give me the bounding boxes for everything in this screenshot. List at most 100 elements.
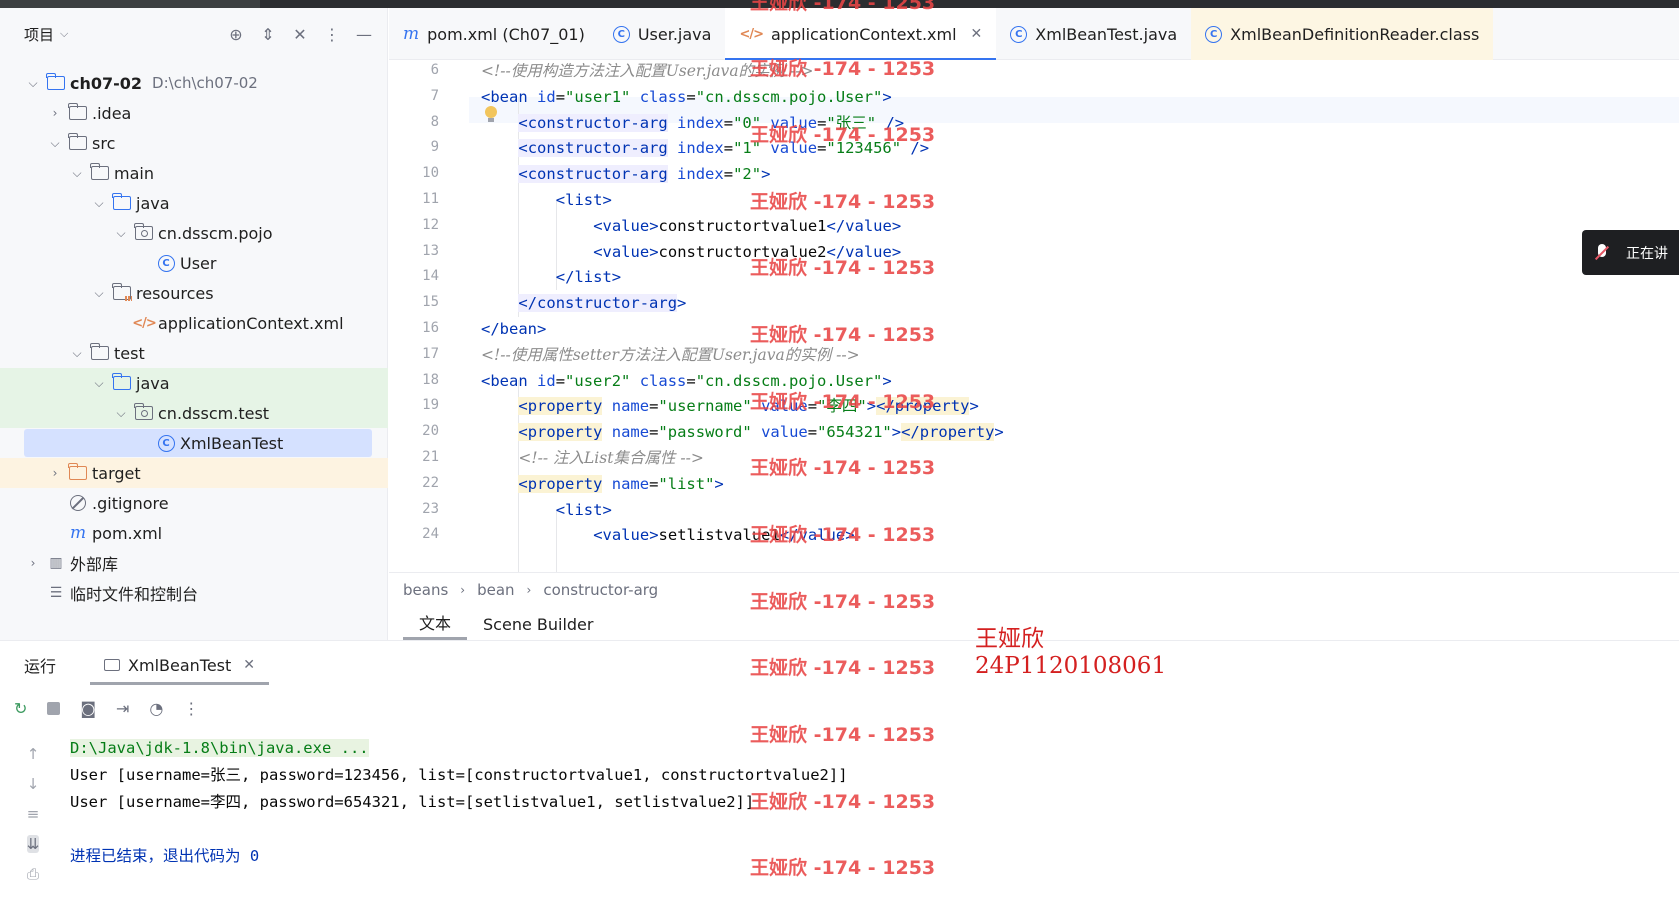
line-number: 7 (430, 87, 439, 104)
code-line: <!-- 注入List集合属性 --> (518, 449, 704, 467)
scroll-down-icon[interactable]: ↓ (27, 775, 40, 793)
close-icon[interactable]: ✕ (243, 657, 255, 673)
tab-xmlbeandefinitionreader-class[interactable]: C XmlBeanDefinitionReader.class (1191, 8, 1494, 60)
tab-applicationcontext-xml[interactable]: </> applicationContext.xml ✕ (725, 8, 997, 61)
line-number: 21 (422, 449, 439, 465)
speaking-indicator[interactable]: 正在讲 (1582, 230, 1679, 275)
locate-file-icon[interactable]: ⊕ (227, 25, 245, 44)
tree-item-label: 临时文件和控制台 (70, 585, 199, 604)
chevron-down-icon[interactable]: ⌵ (92, 196, 106, 211)
chevron-down-icon[interactable]: ⌵ (70, 166, 84, 181)
tree-item[interactable]: ⌵ test (0, 338, 388, 368)
tree-item[interactable]: ⌵ ch07-02 D:\ch\ch07-02 (0, 68, 388, 98)
camera-icon[interactable]: ◙ (80, 699, 96, 718)
close-icon[interactable]: ✕ (971, 26, 983, 42)
code-editor[interactable]: 6 7 8 9 10 11 12 13 14 15 16 17 18 19 20 21 22 23 24 <!--使… (389, 60, 1679, 572)
expand-all-icon[interactable]: ⇕ (259, 25, 277, 44)
tree-item-label: src (92, 133, 116, 153)
run-tab-xmlbeantest[interactable]: XmlBeanTest ✕ (90, 641, 270, 689)
tree-item[interactable]: C XmlBeanTest (0, 428, 388, 458)
line-number: 20 (422, 423, 439, 440)
stop-icon[interactable] (47, 702, 61, 715)
tree-item[interactable]: C User (0, 248, 388, 278)
code-line: <list> (555, 191, 612, 209)
tree-item[interactable]: › ▥ 外部库 (0, 548, 388, 578)
package-icon (134, 223, 154, 241)
muted-mic-icon (1592, 243, 1612, 263)
print-icon[interactable]: ⎙ (27, 865, 39, 883)
code-line: </bean> (481, 320, 547, 338)
name-stamp: 王娅欣 24P1120108061 (975, 626, 1166, 680)
project-panel-title[interactable]: 项目 (24, 24, 54, 45)
soft-wrap-icon[interactable]: ≡ (27, 805, 40, 823)
tree-item-label: java (136, 193, 170, 213)
tree-item-label: .idea (92, 103, 132, 123)
tree-item-label: pom.xml (92, 523, 163, 543)
chevron-down-icon[interactable]: ⌵ (114, 406, 128, 421)
code-line: <property name="list"> (518, 474, 724, 493)
collapse-all-icon[interactable]: ✕ (291, 25, 309, 44)
line-number: 18 (422, 371, 439, 388)
resources-folder-icon (112, 283, 132, 301)
chevron-down-icon[interactable]: ⌵ (48, 136, 62, 151)
tree-item[interactable]: ⌵ main (0, 158, 388, 188)
scroll-up-icon[interactable]: ↑ (27, 745, 40, 763)
tree-item[interactable]: m pom.xml (0, 518, 388, 548)
tree-item[interactable]: .gitignore (0, 488, 388, 518)
tree-item[interactable]: ☰ 临时文件和控制台 (0, 578, 388, 608)
excluded-folder-icon (68, 463, 88, 481)
chevron-down-icon[interactable]: ⌵ (70, 346, 84, 361)
tab-pom-xml-ch07-01[interactable]: m pom.xml (Ch07_01) (389, 8, 599, 60)
chevron-right-icon[interactable]: › (26, 556, 40, 570)
chevron-down-icon[interactable]: ⌵ (92, 376, 106, 391)
breadcrumb: beans › bean › constructor-arg (389, 572, 1679, 606)
line-number: 8 (430, 113, 439, 130)
chevron-down-icon[interactable]: ⌵ (92, 286, 106, 301)
chevron-right-icon[interactable]: › (48, 466, 62, 480)
tree-item[interactable]: ⌵ resources (0, 278, 388, 308)
tree-item[interactable]: ⌵ java (0, 188, 388, 218)
scroll-to-end-icon[interactable]: ⇊ (26, 835, 40, 853)
tree-item-label: main (114, 163, 154, 183)
breadcrumb-item[interactable]: constructor-arg (543, 581, 658, 599)
speedometer-icon[interactable]: ◔ (149, 699, 163, 718)
tree-item-label: applicationContext.xml (158, 313, 344, 333)
tree-item[interactable]: ⌵ cn.dsscm.pojo (0, 218, 388, 248)
tree-item-label: cn.dsscm.test (158, 403, 270, 423)
import-icon[interactable]: ⇥ (116, 699, 129, 718)
chevron-right-icon[interactable]: › (48, 106, 62, 120)
tree-item[interactable]: › .idea (0, 98, 388, 128)
chevron-right-icon: › (526, 582, 532, 597)
tab-label: User.java (637, 24, 712, 44)
breadcrumb-item[interactable]: beans (403, 581, 448, 599)
maven-icon: m (69, 523, 87, 543)
tree-item[interactable]: ⌵ cn.dsscm.test (0, 398, 388, 428)
code-line: </list> (555, 268, 622, 287)
tab-scene-builder[interactable]: Scene Builder (467, 615, 609, 640)
breadcrumb-item[interactable]: bean (477, 581, 514, 599)
hide-panel-icon[interactable]: — (355, 25, 373, 44)
chevron-down-icon[interactable]: ⌵ (60, 27, 68, 41)
code-line: <value>constructortvalue2</value> (593, 242, 902, 261)
code-line: <value>setlistvalue1</value> (593, 526, 855, 545)
line-number: 23 (422, 500, 439, 517)
chevron-down-icon[interactable]: ⌵ (114, 226, 128, 241)
tree-item[interactable]: ⌵ java (0, 368, 388, 398)
tab-xmlbeantest-java[interactable]: C XmlBeanTest.java (996, 8, 1191, 60)
chevron-down-icon[interactable]: ⌵ (26, 76, 40, 91)
tree-item[interactable]: </> applicationContext.xml (0, 308, 388, 338)
folder-icon (68, 133, 88, 151)
more-options-icon[interactable]: ⋮ (183, 699, 199, 718)
console-command-text[interactable]: D:\Java\jdk-1.8\bin\java.exe ... (70, 739, 369, 757)
tree-item[interactable]: › target (0, 458, 388, 488)
tree-item-label: ch07-02 (70, 73, 143, 93)
tab-text[interactable]: 文本 (403, 610, 468, 640)
code-line: <constructor-arg index="0" value="张三" /> (518, 113, 905, 132)
tree-item-label: .gitignore (92, 493, 169, 513)
tab-user-java[interactable]: C User.java (599, 8, 726, 60)
gitignore-icon (68, 495, 88, 511)
console-output[interactable]: D:\Java\jdk-1.8\bin\java.exe ... User [us… (70, 735, 848, 870)
tree-item[interactable]: ⌵ src (0, 128, 388, 158)
more-options-icon[interactable]: ⋮ (323, 25, 341, 44)
rerun-icon[interactable]: ↻ (14, 699, 27, 718)
